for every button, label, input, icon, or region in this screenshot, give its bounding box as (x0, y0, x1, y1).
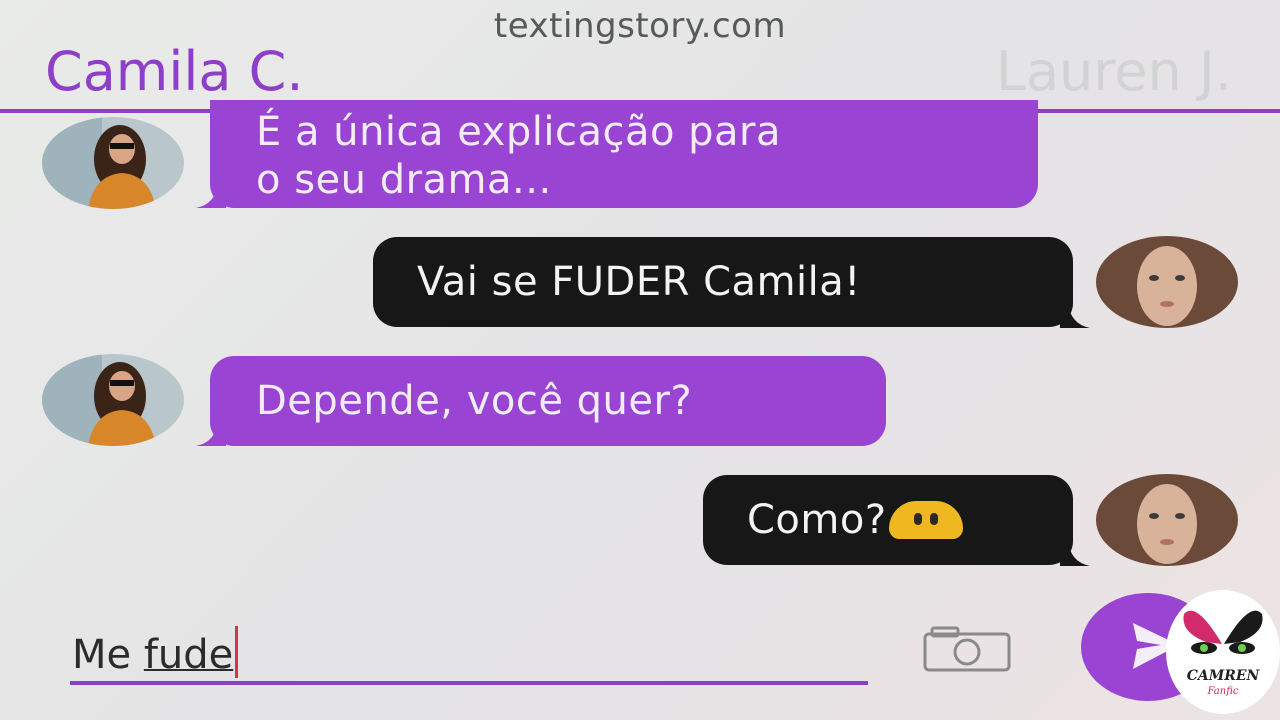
yellow-blob-emoji-icon (888, 501, 963, 539)
contact-name-camila[interactable]: Camila C. (45, 40, 304, 103)
message-text: Como? (747, 497, 887, 543)
message-bubble-outgoing[interactable]: Como? (703, 475, 1073, 565)
camren-fanfic-logo: CAMREN Fanfic (1166, 590, 1280, 714)
input-text-underlined: fude (143, 632, 234, 678)
message-bubble-incoming[interactable]: É a única explicação para o seu drama... (210, 100, 1038, 208)
message-text: Depende, você quer? (256, 378, 693, 424)
avatar-camila (42, 354, 184, 446)
message-bubble-outgoing[interactable]: Vai se FUDER Camila! (373, 237, 1073, 327)
message-text: Vai se FUDER Camila! (417, 259, 861, 305)
avatar-lauren (1096, 236, 1238, 328)
input-text-prefix: Me (72, 632, 144, 678)
logo-subtitle: Fanfic (1207, 686, 1239, 697)
avatar-lauren (1096, 474, 1238, 566)
message-text: o seu drama... (256, 157, 552, 203)
message-input[interactable]: Me fude (72, 626, 239, 678)
contact-name-lauren[interactable]: Lauren J. (996, 40, 1232, 103)
camera-icon[interactable] (922, 626, 1012, 676)
logo-title: CAMREN (1186, 668, 1260, 684)
avatar-camila (42, 117, 184, 209)
text-caret (235, 626, 239, 678)
message-text: É a única explicação para (256, 109, 781, 155)
input-underline (70, 681, 868, 685)
message-bubble-incoming[interactable]: Depende, você quer? (210, 356, 886, 446)
